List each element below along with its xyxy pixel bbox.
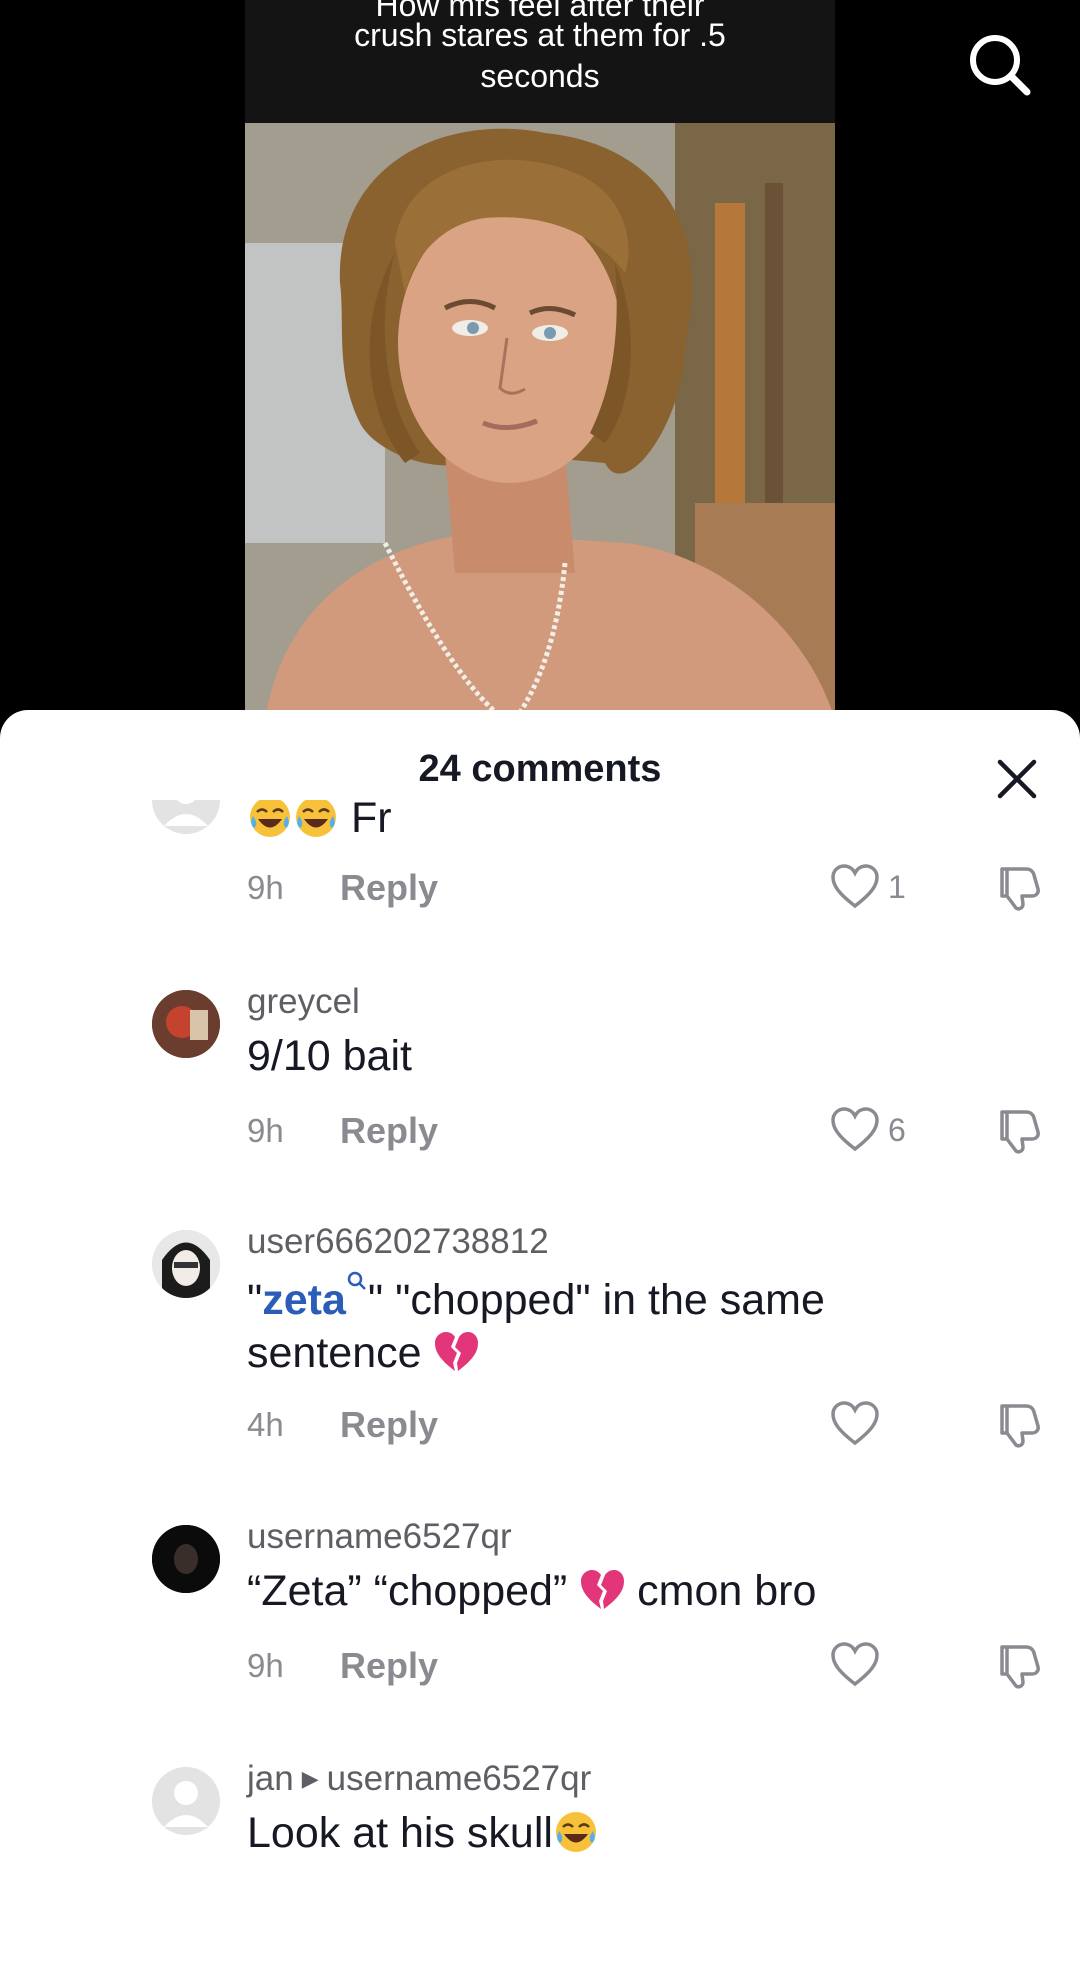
comment-username[interactable]: greycel xyxy=(247,982,360,1022)
broken-heart-emoji-icon xyxy=(581,1570,625,1609)
dislike-icon[interactable] xyxy=(992,1400,1042,1450)
laughing-crying-emoji-icon xyxy=(296,800,336,837)
reply-to-username[interactable]: username6527qr xyxy=(327,1759,592,1798)
comment-time: 9h xyxy=(247,869,284,906)
reply-button[interactable]: Reply xyxy=(340,1645,438,1687)
comment-text: 9/10 bait xyxy=(247,1032,412,1080)
like-count: 6 xyxy=(888,1112,906,1148)
comments-list[interactable]: Fr 9h Reply 1 greycel 9/10 bait 9h Reply… xyxy=(0,800,1080,1930)
video-player[interactable]: How mfs feel after their crush stares at… xyxy=(0,0,1080,720)
video-caption: How mfs feel after their crush stares at… xyxy=(245,0,835,123)
comment-text-part: cmon bro xyxy=(625,1567,817,1615)
reply-button[interactable]: Reply xyxy=(340,1110,438,1152)
comment-username-text[interactable]: jan xyxy=(247,1759,294,1798)
comments-count-title: 24 comments xyxy=(418,748,662,790)
comment-time: 4h xyxy=(247,1406,284,1443)
comment-username[interactable]: username6527qr xyxy=(247,1517,512,1557)
comment-text-content: Look at his skull xyxy=(247,1809,553,1857)
comment-text-part: sentence xyxy=(247,1329,434,1377)
avatar[interactable] xyxy=(152,1767,220,1835)
comment-text: Look at his skull xyxy=(247,1807,967,1860)
reply-button[interactable]: Reply xyxy=(340,1404,438,1446)
avatar[interactable] xyxy=(152,990,220,1058)
laughing-crying-emoji-icon xyxy=(555,1812,596,1852)
laughing-crying-emoji-icon xyxy=(250,800,290,837)
comment-username[interactable]: user666202738812 xyxy=(247,1222,549,1262)
comment-time: 9h xyxy=(247,1647,284,1684)
caption-line-2: crush stares at them for .5 xyxy=(354,17,726,53)
broken-heart-emoji-icon xyxy=(435,1332,479,1371)
video-still-image xyxy=(245,123,835,720)
comment-text-part: " "chopped" in the same xyxy=(367,1276,825,1324)
comment-time: 9h xyxy=(247,1112,284,1149)
dislike-icon[interactable] xyxy=(992,1106,1042,1156)
close-icon[interactable] xyxy=(992,754,1042,804)
heart-icon[interactable] xyxy=(830,1106,880,1154)
dislike-icon[interactable] xyxy=(992,863,1042,913)
dislike-icon[interactable] xyxy=(992,1641,1042,1691)
comments-sheet: 24 comments Fr 9h Reply 1 greycel 9/10 b… xyxy=(0,710,1080,1964)
comment-username[interactable]: jan ▶ username6527qr xyxy=(247,1759,591,1799)
like-count: 1 xyxy=(888,869,906,905)
heart-icon[interactable] xyxy=(830,1400,880,1448)
heart-icon[interactable] xyxy=(830,1641,880,1689)
comment-text: “Zeta” “chopped” cmon bro xyxy=(247,1565,967,1618)
search-link-zeta[interactable]: zeta xyxy=(262,1276,346,1324)
avatar[interactable] xyxy=(152,800,220,834)
comment-text: Fr xyxy=(247,800,967,845)
reply-arrow-icon: ▶ xyxy=(301,1766,319,1791)
search-small-icon xyxy=(347,1271,366,1290)
avatar[interactable] xyxy=(152,1230,220,1298)
video-frame[interactable] xyxy=(245,123,835,720)
avatar[interactable] xyxy=(152,1525,220,1593)
reply-button[interactable]: Reply xyxy=(340,867,438,909)
comment-text: "zeta " "chopped" in the same sentence xyxy=(247,1270,967,1380)
comment-actions: 9h Reply xyxy=(247,1641,1040,1691)
comment-actions: 9h Reply 6 xyxy=(247,1106,1040,1156)
comment-text-content: Fr xyxy=(350,800,392,842)
comment-actions: 4h Reply xyxy=(247,1400,1040,1450)
search-icon[interactable] xyxy=(965,30,1035,100)
comment-text-part: “Zeta” “chopped” xyxy=(247,1567,580,1615)
comment-actions: 9h Reply 1 xyxy=(247,863,1040,913)
heart-icon[interactable] xyxy=(830,863,880,911)
caption-line-3: seconds xyxy=(480,58,600,94)
comment-text-part: " xyxy=(247,1276,263,1324)
